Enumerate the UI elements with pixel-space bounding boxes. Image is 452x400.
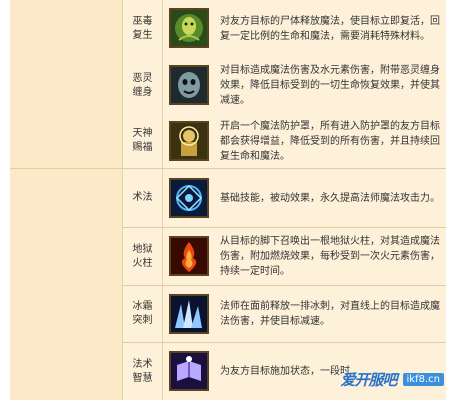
watermark-domain: ikf8.cn bbox=[402, 373, 444, 386]
skill-row: 术法 基础技能，被动效果，永久提高法师魔法攻击力。 bbox=[123, 169, 446, 228]
skill-name-line: 术法 bbox=[132, 192, 153, 203]
skill-table: 巫毒 复生 对友方目标的尸体释放魔法，使目标立即复活，回复一定比例的生命和魔法，… bbox=[10, 0, 446, 400]
skill-name: 天神 赐福 bbox=[123, 114, 163, 168]
skill-name-line: 突刺 bbox=[132, 315, 153, 326]
skill-name-line: 赐福 bbox=[132, 142, 153, 153]
skill-row: 巫毒 复生 对友方目标的尸体释放魔法，使目标立即复活，回复一定比例的生命和魔法，… bbox=[123, 0, 446, 58]
skill-name: 恶灵 缠身 bbox=[123, 57, 163, 114]
skill-name: 巫毒 复生 bbox=[123, 0, 163, 57]
category-cell bbox=[10, 0, 123, 168]
watermark-logo: 爱开服吧 bbox=[340, 371, 398, 389]
evil-spirit-icon bbox=[169, 65, 209, 105]
skill-name-line: 巫毒 bbox=[132, 15, 153, 27]
arcane-rune-icon bbox=[169, 178, 209, 218]
skill-name: 冰霜 突刺 bbox=[123, 286, 163, 342]
watermark: 爱开服吧 ikf8.cn bbox=[341, 369, 444, 390]
skill-name-line: 天神 bbox=[132, 128, 153, 139]
skill-name-line: 智慧 bbox=[132, 372, 153, 384]
skill-description: 基础技能，被动效果，永久提高法师魔法攻击力。 bbox=[220, 192, 440, 204]
skill-name-line: 火柱 bbox=[132, 257, 153, 269]
skill-description: 开启一个魔法防护罩，所有进入防护罩的友方目标都会获得增益，降低受到的所有伤害，并… bbox=[220, 120, 440, 162]
skill-name-line: 法术 bbox=[132, 358, 153, 370]
skill-row: 恶灵 缠身 对目标造成魔法伤害及水元素伤害，附带恶灵缠身效果，降低目标受到的一切… bbox=[123, 57, 446, 115]
skill-name-line: 复生 bbox=[132, 29, 153, 41]
skill-description: 法师在面前释放一排冰刺，对直线上的目标造成魔法伤害，并使目标减速。 bbox=[220, 301, 440, 327]
skill-name: 法术 智慧 bbox=[123, 343, 163, 400]
skill-name-line: 缠身 bbox=[132, 86, 153, 98]
skill-row: 地狱 火柱 从目标的脚下召唤出一根地狱火柱，对其造成魔法伤害，附加燃烧效果，每秒… bbox=[123, 228, 446, 286]
category-cell bbox=[10, 169, 123, 400]
spell-wisdom-icon bbox=[169, 351, 209, 391]
skill-name-line: 恶灵 bbox=[132, 72, 153, 84]
frost-spike-icon bbox=[169, 294, 209, 334]
skill-row: 天神 赐福 开启一个魔法防护罩，所有进入防护罩的友方目标都会获得增益，降低受到的… bbox=[123, 114, 446, 169]
skill-name: 术法 bbox=[123, 169, 163, 227]
skill-name: 地狱 火柱 bbox=[123, 228, 163, 285]
skill-name-line: 地狱 bbox=[132, 243, 153, 255]
divine-blessing-icon bbox=[169, 121, 209, 161]
voodoo-revive-icon bbox=[169, 8, 209, 48]
skill-description: 对友方目标的尸体释放魔法，使目标立即复活，回复一定比例的生命和魔法，需要消耗特殊… bbox=[220, 15, 440, 42]
hellfire-pillar-icon bbox=[169, 236, 209, 276]
skill-description: 从目标的脚下召唤出一根地狱火柱，对其造成魔法伤害，附加燃烧效果，每秒受到一次火元… bbox=[220, 236, 440, 277]
skill-row: 冰霜 突刺 法师在面前释放一排冰刺，对直线上的目标造成魔法伤害，并使目标减速。 bbox=[123, 286, 446, 343]
skill-description: 对目标造成魔法伤害及水元素伤害，附带恶灵缠身效果，降低目标受到的一切生命恢复效果… bbox=[220, 65, 440, 106]
skill-name-line: 冰霜 bbox=[132, 301, 153, 312]
